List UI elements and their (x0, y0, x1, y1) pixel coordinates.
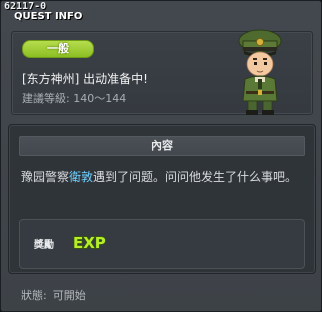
window-title: QUEST INFO (14, 11, 83, 22)
soldier-npc-portrait-icon (238, 29, 282, 115)
npc-name-link[interactable]: 衛敦 (69, 170, 93, 184)
content-text-before: 豫园警察 (21, 170, 70, 184)
exp-icon-text: EXP (73, 234, 106, 252)
content-text-after: 遇到了问题。问问他发生了什么事吧。 (93, 170, 298, 184)
status-value: 可開始 (52, 289, 86, 302)
reward-label: 獎勵 (34, 240, 54, 251)
quest-type-badge: 一般 (22, 40, 94, 58)
quest-name: [东方神州] 出动准备中! (22, 72, 148, 86)
quest-info-window: 62117-0 QUEST INFO 一般 [东方神州] 出动准备中! 建議等級… (0, 0, 322, 312)
reward-box: 獎勵 EXP (19, 219, 305, 269)
status-label: 狀態: (21, 289, 47, 302)
content-text: 豫园警察衛敦遇到了问题。问问他发生了什么事吧。 (21, 167, 309, 187)
quest-status: 狀態: 可開始 (21, 287, 86, 303)
content-header: 內容 (19, 136, 305, 156)
quest-detail-panel: 內容 豫园警察衛敦遇到了问题。问问他发生了什么事吧。 獎勵 EXP (8, 124, 316, 274)
quest-level: 建議等級: 140～144 (22, 92, 127, 105)
exp-icon: EXP (72, 233, 106, 252)
